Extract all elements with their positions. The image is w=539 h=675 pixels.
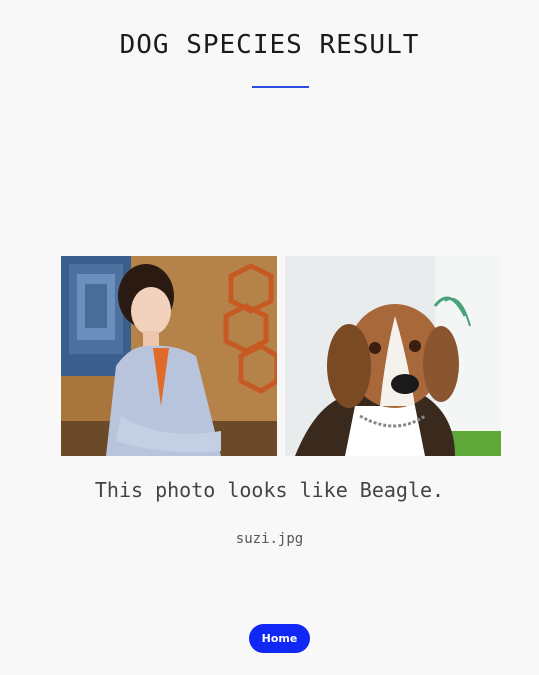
uploaded-photo bbox=[61, 256, 277, 456]
uploaded-filename: suzi.jpg bbox=[235, 531, 304, 547]
beagle-photo-image bbox=[285, 256, 501, 456]
home-button[interactable]: Home bbox=[249, 624, 310, 653]
person-photo-image bbox=[61, 256, 277, 456]
matched-breed-photo bbox=[285, 256, 501, 456]
page-title: DOG SPECIES RESULT bbox=[119, 30, 420, 60]
result-message: This photo looks like Beagle. bbox=[94, 478, 445, 502]
title-underline bbox=[252, 86, 309, 88]
